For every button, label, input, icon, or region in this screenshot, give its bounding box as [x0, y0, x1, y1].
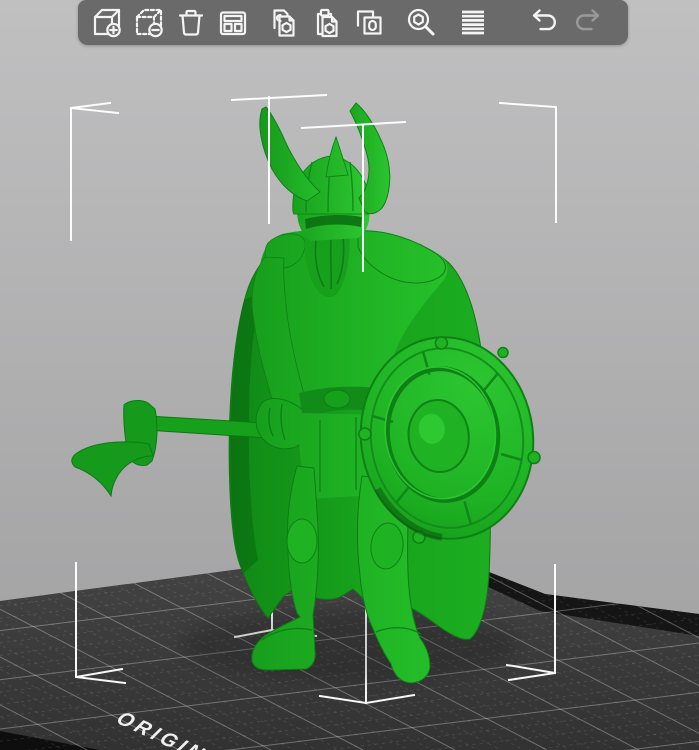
- undo-arrow-icon: [532, 8, 556, 30]
- remove-model-button[interactable]: [130, 3, 168, 43]
- viewport-canvas[interactable]: ORIGINAL P: [0, 0, 699, 750]
- redo-button[interactable]: [568, 3, 606, 43]
- cube-plus-icon: [93, 8, 121, 37]
- undo-button[interactable]: [526, 3, 564, 43]
- copy-document-icon: [273, 8, 295, 37]
- slicer-window: ORIGINAL P: [0, 0, 699, 750]
- cube-minus-dashed-icon: [135, 8, 163, 37]
- magnifier-hexagon-icon: [407, 8, 435, 35]
- menu-lines-icon: [462, 10, 484, 34]
- delete-model-button[interactable]: [172, 3, 210, 43]
- axe-blade: [71, 441, 154, 498]
- clone-button[interactable]: [350, 3, 388, 43]
- add-model-button[interactable]: [88, 3, 126, 43]
- paste-button[interactable]: [308, 3, 346, 43]
- redo-arrow-icon: [576, 8, 600, 30]
- auto-arrange-button[interactable]: [214, 3, 252, 43]
- paste-clipboard-icon: [316, 8, 338, 37]
- duplicate-icon: [356, 9, 382, 35]
- main-toolbar: [78, 0, 628, 45]
- layout-grid-icon: [219, 10, 247, 35]
- copy-button[interactable]: [266, 3, 304, 43]
- trash-icon: [178, 9, 204, 36]
- view-list-button[interactable]: [454, 3, 492, 43]
- zoom-to-model-button[interactable]: [402, 3, 440, 43]
